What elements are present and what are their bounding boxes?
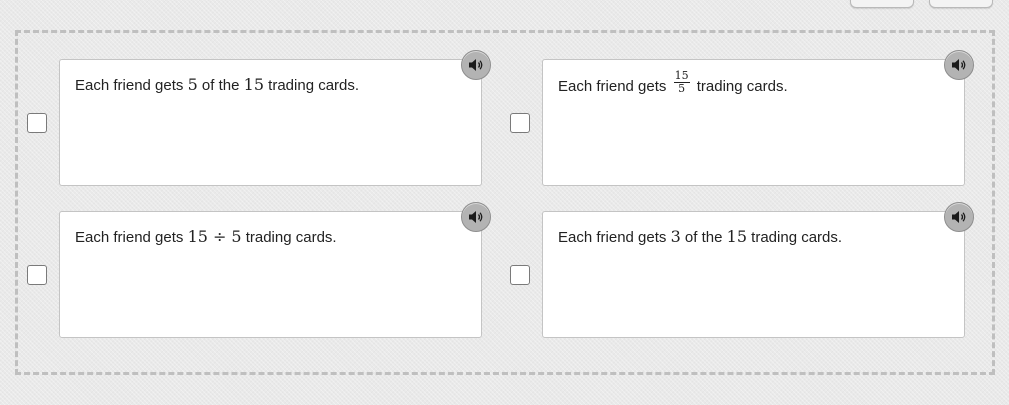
math-value: 3 bbox=[670, 227, 681, 246]
audio-button-3[interactable] bbox=[461, 202, 491, 232]
speaker-icon bbox=[951, 210, 967, 224]
audio-button-4[interactable] bbox=[944, 202, 974, 232]
math-value: 5 bbox=[231, 227, 242, 246]
fraction-denominator: 5 bbox=[678, 81, 686, 95]
choice-card-1[interactable]: Each friend gets 5 of the 15 trading car… bbox=[59, 59, 482, 186]
fraction: 15 5 bbox=[673, 68, 690, 95]
choice-text-1: Each friend gets 5 of the 15 trading car… bbox=[75, 75, 360, 94]
toolbar-button-right[interactable] bbox=[929, 0, 993, 8]
choice-checkbox-1[interactable] bbox=[27, 113, 47, 133]
math-operator: ÷ bbox=[212, 227, 227, 246]
choice-checkbox-4[interactable] bbox=[510, 265, 530, 285]
math-value: 15 bbox=[187, 227, 208, 246]
speaker-icon bbox=[951, 58, 967, 72]
choice-card-4[interactable]: Each friend gets 3 of the 15 trading car… bbox=[542, 211, 965, 338]
fraction-numerator: 15 bbox=[673, 68, 690, 83]
speaker-icon bbox=[468, 58, 484, 72]
choice-text-3: Each friend gets 15 ÷ 5 trading cards. bbox=[75, 227, 337, 246]
math-value: 15 bbox=[726, 227, 747, 246]
choice-text-4: Each friend gets 3 of the 15 trading car… bbox=[558, 227, 843, 246]
audio-button-1[interactable] bbox=[461, 50, 491, 80]
choice-checkbox-3[interactable] bbox=[27, 265, 47, 285]
choice-checkbox-2[interactable] bbox=[510, 113, 530, 133]
choice-card-3[interactable]: Each friend gets 15 ÷ 5 trading cards. bbox=[59, 211, 482, 338]
math-value: 5 bbox=[187, 75, 198, 94]
audio-button-2[interactable] bbox=[944, 50, 974, 80]
speaker-icon bbox=[468, 210, 484, 224]
choice-card-2[interactable]: Each friend gets 15 5 trading cards. bbox=[542, 59, 965, 186]
math-value: 15 bbox=[243, 75, 264, 94]
choice-text-2: Each friend gets 15 5 trading cards. bbox=[558, 68, 788, 95]
toolbar-button-left[interactable] bbox=[850, 0, 914, 8]
